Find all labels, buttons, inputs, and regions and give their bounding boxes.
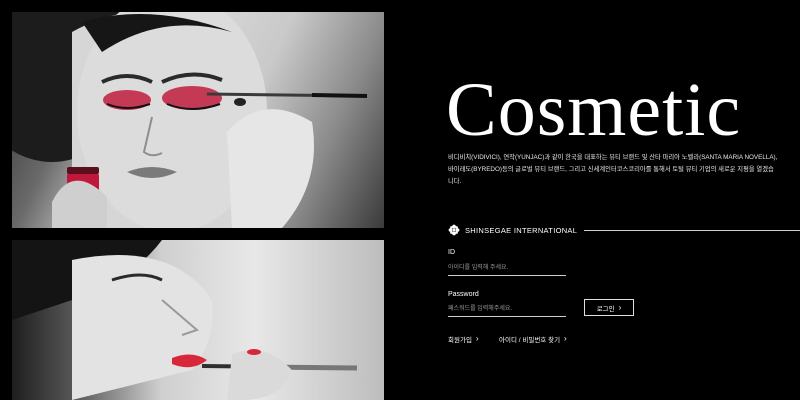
find-account-link[interactable]: 아이디 / 비밀번호 찾기 › [499,334,567,345]
brand-header: SHINSEGAE INTERNATIONAL [448,224,577,236]
login-button[interactable]: 로그인 › [584,299,634,316]
signup-link-label: 회원가입 [448,337,472,344]
brand-name: SHINSEGAE INTERNATIONAL [465,225,578,235]
chevron-right-icon: › [564,334,567,343]
password-label: Password [448,291,479,298]
id-label: ID [448,249,455,256]
eyeshadow-illustration [12,12,368,228]
chevron-right-icon: › [475,334,479,343]
password-input[interactable] [448,302,566,317]
id-input[interactable] [448,261,566,276]
hero-photo-lipstick [12,240,384,400]
brand-description: 비디비치(VIDIVICI), 연작(YUNJAC)과 같이 한국을 대표하는 … [448,154,778,185]
login-button-label: 로그인 [596,305,615,313]
lipstick-illustration [12,240,358,400]
find-account-link-label: 아이디 / 비밀번호 찾기 [499,337,561,344]
signup-link[interactable]: 회원가입 › [448,334,479,345]
brand-divider [584,230,800,231]
page-title: Cosmetic [446,68,742,152]
flower-logo-icon [448,224,460,236]
hero-photo-eyeshadow [12,12,384,228]
chevron-right-icon: › [618,302,622,312]
